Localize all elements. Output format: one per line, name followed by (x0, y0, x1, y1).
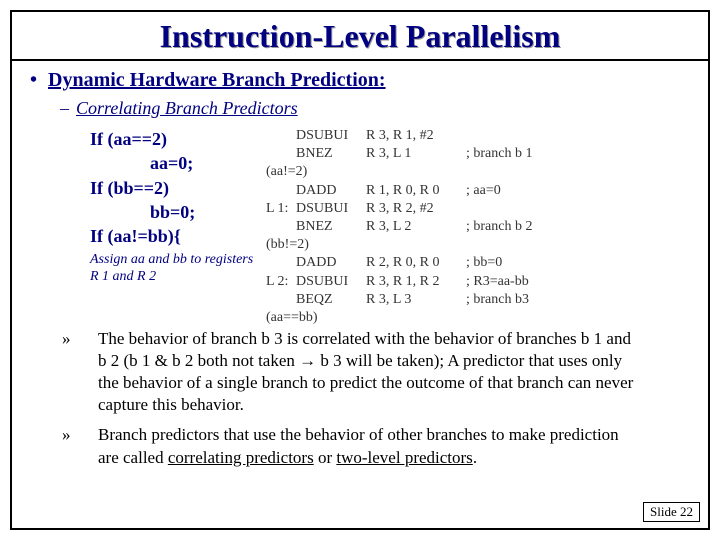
bullet1-text: Dynamic Hardware Branch Prediction: (48, 69, 386, 91)
slide-frame: Instruction-Level Parallelism •Dynamic H… (10, 10, 710, 530)
slide-number: Slide 22 (643, 502, 700, 522)
bullet3-marker: » (80, 424, 98, 446)
body-paragraphs: »The behavior of branch b 3 is correlate… (80, 328, 640, 469)
code-line: If (bb==2) (90, 176, 260, 200)
slide-title: Instruction-Level Parallelism (12, 12, 708, 59)
body-p1: »The behavior of branch b 3 is correlate… (80, 328, 640, 416)
assign-note: Assign aa and bb to registers R 1 and R … (90, 252, 260, 286)
bullet-level2: –Correlating Branch Predictors (60, 98, 708, 119)
bullet2-text: Correlating Branch Predictors (76, 98, 298, 118)
code-line: If (aa!=bb){ (90, 224, 260, 248)
code-line: If (aa==2) (90, 127, 260, 151)
bullet2-marker: – (60, 98, 76, 119)
code-line: aa=0; (90, 151, 260, 175)
asm-cond: (bb!=2) (266, 236, 696, 254)
bullet1-marker: • (30, 69, 48, 92)
asm-cond: (aa!=2) (266, 163, 696, 181)
bullet3-marker: » (80, 328, 98, 350)
asm-cond: (aa==bb) (266, 309, 696, 327)
title-underline (12, 59, 708, 61)
bullet-level1: •Dynamic Hardware Branch Prediction: (30, 69, 708, 92)
left-column: If (aa==2) aa=0; If (bb==2) bb=0; If (aa… (12, 127, 260, 286)
code-line: bb=0; (90, 200, 260, 224)
content-row: If (aa==2) aa=0; If (bb==2) bb=0; If (aa… (12, 127, 708, 286)
pseudo-code: If (aa==2) aa=0; If (bb==2) bb=0; If (aa… (90, 127, 260, 248)
body-p2: »Branch predictors that use the behavior… (80, 424, 640, 468)
assembly-listing: DSUBUIR 3, R 1, #2 BNEZR 3, L 1; branch … (266, 127, 696, 327)
